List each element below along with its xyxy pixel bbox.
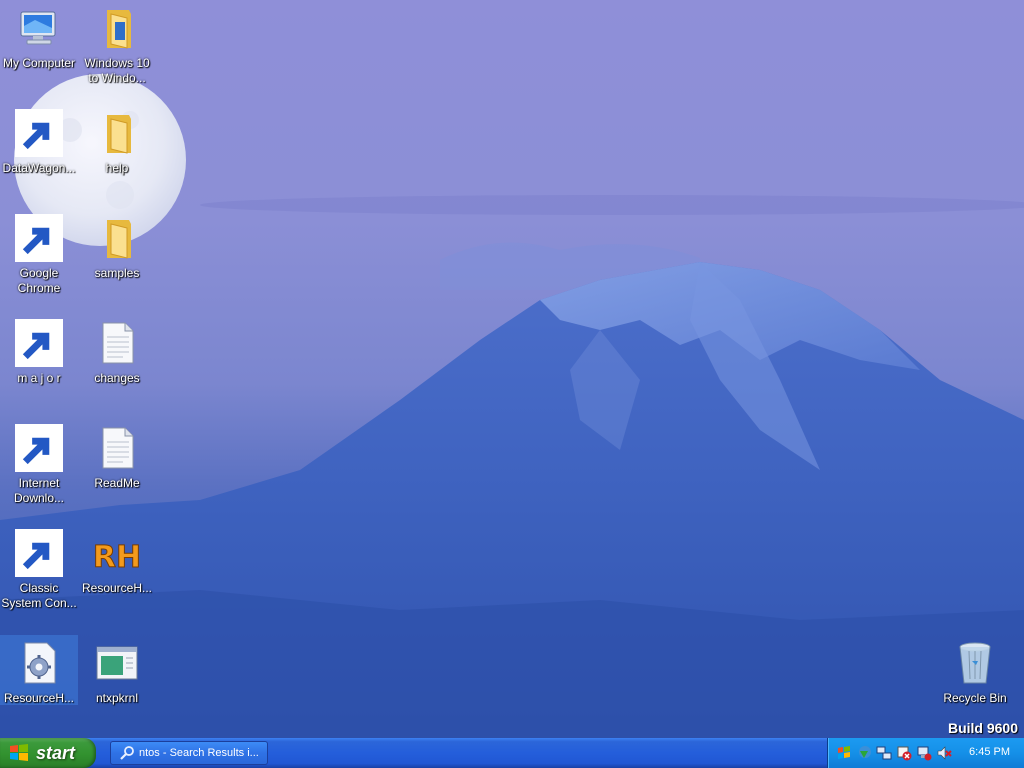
taskbar: start ntos - Search Results i... 6:45 PM [0,738,1024,768]
desktop-icon-label: Windows 10 to Windo... [84,56,150,85]
desktop-icon-internet-download-manager[interactable]: Internet Downlo... [0,420,78,524]
windows-logo-icon [10,744,28,761]
taskbar-button-search-results[interactable]: ntos - Search Results i... [110,741,268,765]
desktop-icon-label: ReadMe [94,476,140,490]
flag-icon[interactable] [836,745,852,761]
desktop-icon-help-folder[interactable]: help [78,105,156,209]
chrome-icon [15,214,63,262]
volume-muted-icon[interactable] [936,745,952,761]
internet-download-manager-tray-icon[interactable] [856,745,872,761]
desktop-icon-label: Internet Downlo... [13,476,65,505]
svg-text:RH: RH [93,540,141,575]
desktop-icon-resourcehacker-config[interactable]: ResourceH... [0,635,78,705]
desktop-icon-label: DataWagon... [2,161,76,175]
desktop-icon-label: Google Chrome [17,266,61,295]
internet-download-manager-icon [15,424,63,472]
datawagon-icon [15,109,63,157]
desktop-icon-my-computer[interactable]: My Computer [0,0,78,104]
network-disconnected-icon[interactable] [916,745,932,761]
shortcut-arrow-icon [15,319,63,367]
shortcut-arrow-icon [15,529,63,577]
start-button[interactable]: start [0,738,96,768]
shortcut-arrow-icon [15,109,63,157]
my-computer-icon [15,4,63,52]
shortcut-arrow-icon [15,214,63,262]
system-tray: 6:45 PM [827,738,1024,768]
desktop-icon-label: Recycle Bin [943,691,1007,705]
desktop-icon-windows10-folder[interactable]: Windows 10 to Windo... [78,0,156,104]
taskbar-button-label: ntos - Search Results i... [139,747,259,759]
folder-icon [93,109,141,157]
text-document-icon [93,424,141,472]
recycle-bin-icon [951,639,999,687]
classic-system-control-icon [15,529,63,577]
desktop-icon-major[interactable]: m a j o r [0,315,78,419]
desktop[interactable]: My Computer DataWagon... Google Chrome m… [0,0,1024,738]
desktop-icon-google-chrome[interactable]: Google Chrome [0,210,78,314]
desktop-icon-ntxpkrnl[interactable]: ntxpkrnl [78,635,156,705]
desktop-icon-label: ntxpkrnl [95,691,139,705]
settings-document-icon [15,639,63,687]
clock[interactable]: 6:45 PM [969,746,1010,758]
desktop-icon-label: ResourceH... [3,691,75,705]
desktop-icon-datawagon[interactable]: DataWagon... [0,105,78,209]
desktop-icon-classic-system-control[interactable]: Classic System Con... [0,525,78,629]
vinyl-record-icon [15,319,63,367]
security-alert-icon[interactable] [896,745,912,761]
desktop-icon-changes[interactable]: changes [78,315,156,419]
start-label: start [36,742,76,763]
build-watermark: Build 9600 [947,720,1018,736]
text-document-icon [93,319,141,367]
desktop-icon-resourcehacker[interactable]: RH ResourceH... [78,525,156,629]
resource-hacker-icon: RH [93,529,141,577]
folder-icon [93,214,141,262]
desktop-icon-label: samples [94,266,140,280]
desktop-icon-label: ResourceH... [81,581,153,595]
network-icon[interactable] [876,745,892,761]
desktop-icon-label: My Computer [2,56,76,70]
desktop-icon-label: changes [94,371,140,385]
desktop-icon-recycle-bin[interactable]: Recycle Bin [936,635,1014,705]
desktop-icon-label: help [105,161,129,175]
search-icon [120,746,134,760]
desktop-icon-label: Classic System Con... [1,581,77,610]
shortcut-arrow-icon [15,424,63,472]
desktop-icon-samples-folder[interactable]: samples [78,210,156,314]
desktop-icon-label: m a j o r [17,371,61,385]
window-application-icon [93,639,141,687]
folder-icon [93,4,141,52]
desktop-icon-readme[interactable]: ReadMe [78,420,156,524]
